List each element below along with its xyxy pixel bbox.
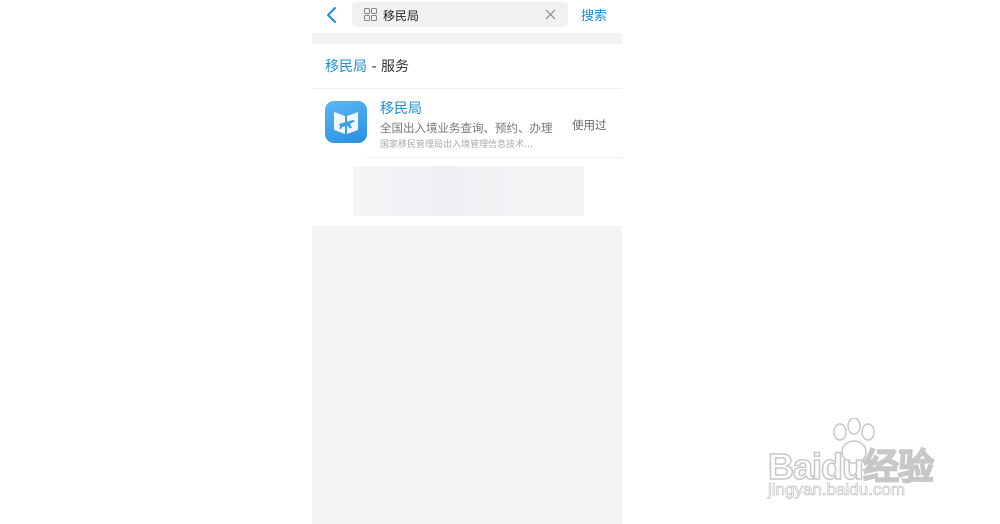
search-button[interactable]: 搜索 <box>581 5 607 24</box>
blurred-placeholder <box>353 166 584 216</box>
screenshot-stage: 移民局 搜索 移民局 - 服务 移民局 全国出入境业务查询、预约、办理 国家移民… <box>0 0 1000 524</box>
phone-screen: 移民局 搜索 移民局 - 服务 移民局 全国出入境业务查询、预约、办理 国家移民… <box>312 0 622 524</box>
watermark-url: jingyan.baidu.com <box>768 480 906 500</box>
section-title: 移民局 - 服务 <box>325 56 409 76</box>
section-suffix: - 服务 <box>367 59 409 75</box>
search-input[interactable]: 移民局 <box>352 2 568 27</box>
immigration-app-icon <box>325 101 367 143</box>
app-provider: 国家移民管理局出入境管理信息技术… <box>380 140 534 150</box>
close-icon[interactable] <box>545 9 556 20</box>
results-panel: 移民局 - 服务 移民局 全国出入境业务查询、预约、办理 国家移民管理局出入境管… <box>312 44 622 226</box>
app-description: 全国出入境业务查询、预约、办理 <box>380 121 553 135</box>
search-header: 移民局 搜索 <box>312 0 622 33</box>
app-name: 移民局 <box>380 101 422 117</box>
result-item[interactable]: 移民局 全国出入境业务查询、预约、办理 国家移民管理局出入境管理信息技术… 使用… <box>312 89 622 157</box>
back-button[interactable] <box>324 5 340 25</box>
section-keyword: 移民局 <box>325 59 367 75</box>
mini-program-grid-icon <box>364 8 377 21</box>
baidu-jingyan-watermark: Baidu经验 jingyan.baidu.com <box>767 418 968 508</box>
used-badge: 使用过 <box>572 118 607 132</box>
search-query-text: 移民局 <box>383 9 420 23</box>
chevron-left-icon <box>327 7 336 23</box>
divider <box>367 157 622 158</box>
